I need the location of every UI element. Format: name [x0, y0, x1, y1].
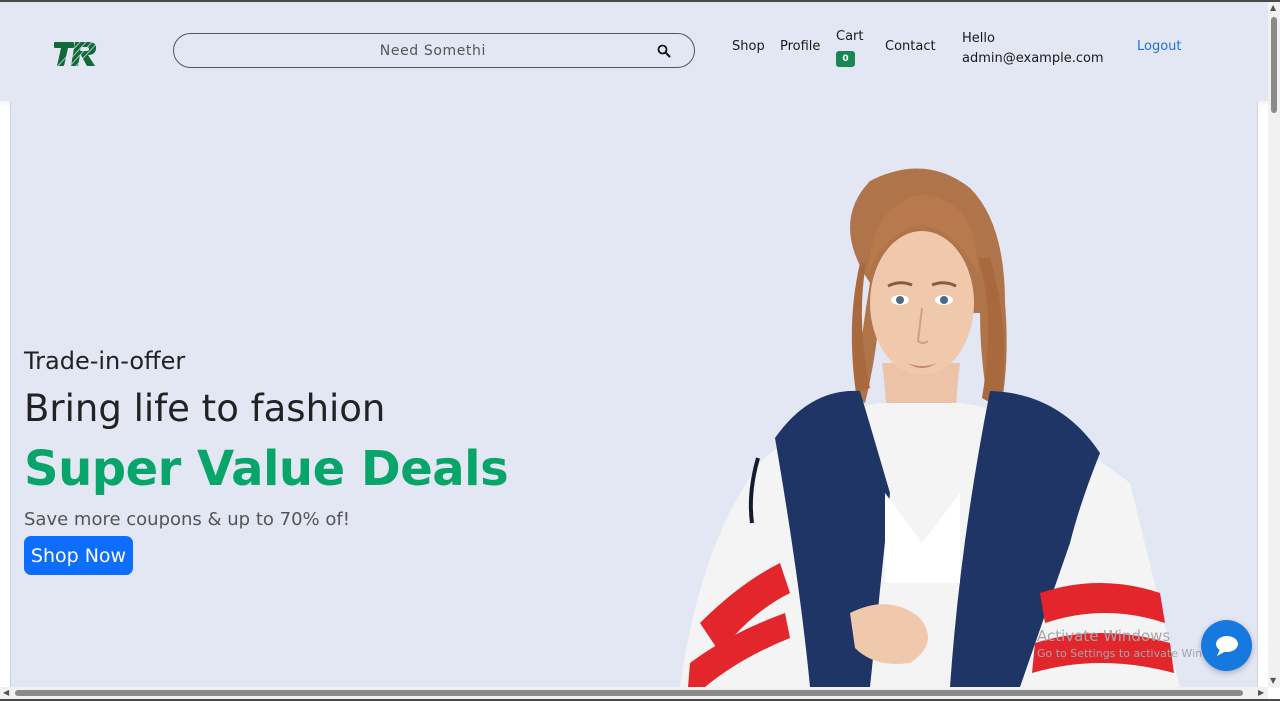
nav-profile-link[interactable]: Profile: [780, 39, 820, 54]
chat-icon: [1216, 636, 1238, 656]
logout-link[interactable]: Logout: [1137, 39, 1182, 54]
site-header: Shop Profile Cart 0 Contact Hello admin@…: [0, 2, 1268, 101]
hero-model-image: [680, 168, 1180, 687]
hero-highlight: Super Value Deals: [24, 441, 509, 497]
scroll-up-arrow-icon[interactable]: ▲: [1270, 4, 1276, 12]
hero-headline: Bring life to fashion: [24, 387, 386, 430]
scroll-down-arrow-icon[interactable]: ▼: [1270, 677, 1276, 685]
scroll-left-arrow-icon[interactable]: ◀: [3, 689, 9, 697]
hero-left-edge: [10, 101, 11, 687]
nav-shop-link[interactable]: Shop: [732, 39, 765, 54]
logo-icon[interactable]: [52, 36, 102, 70]
search-input[interactable]: [190, 40, 486, 62]
hero-right-edge: [1257, 101, 1258, 687]
nav-contact-link[interactable]: Contact: [885, 39, 936, 54]
scroll-right-arrow-icon[interactable]: ▶: [1258, 689, 1264, 697]
greeting-text: Hello: [962, 31, 995, 46]
user-email: admin@example.com: [962, 51, 1104, 66]
hero-offer-text: Trade-in-offer: [24, 347, 186, 375]
user-greeting: Hello admin@example.com: [962, 29, 1104, 69]
hero-banner: Trade-in-offer Bring life to fashion Sup…: [10, 101, 1258, 687]
search-icon[interactable]: [657, 44, 671, 58]
nav-cart-link[interactable]: Cart: [836, 29, 864, 44]
shop-now-button[interactable]: Shop Now: [24, 536, 133, 575]
hero-subtext: Save more coupons & up to 70% of!: [24, 509, 350, 530]
horizontal-scroll-thumb[interactable]: [15, 690, 1243, 696]
chat-button[interactable]: [1201, 620, 1252, 671]
vertical-scroll-thumb[interactable]: [1271, 17, 1277, 113]
search-bar[interactable]: [173, 33, 695, 68]
cart-count-badge: 0: [836, 51, 855, 67]
